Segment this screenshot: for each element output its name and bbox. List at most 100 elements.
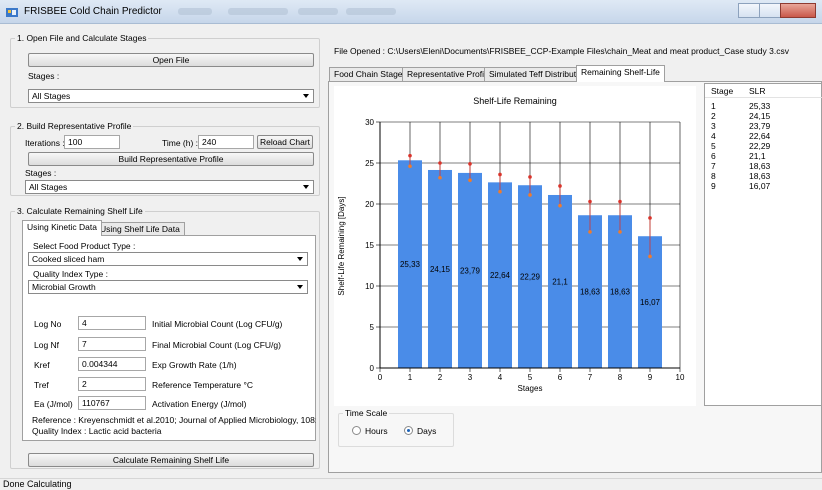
- table-row[interactable]: 4 22,64: [705, 131, 822, 141]
- section3-title: 3. Calculate Remaining Shelf Life: [15, 206, 145, 216]
- time-label: Time (h) :: [162, 138, 199, 148]
- tab-kinetic-data[interactable]: Using Kinetic Data: [22, 220, 102, 236]
- food-product-select[interactable]: Cooked sliced ham: [28, 252, 308, 266]
- build-profile-button[interactable]: Build Representative Profile: [28, 152, 314, 166]
- data-label: 24,15: [430, 265, 451, 274]
- iterations-input[interactable]: [64, 135, 120, 149]
- param-symbol: Log Nf: [34, 340, 60, 350]
- stage-cell: 1: [711, 101, 716, 111]
- lower-marker: [558, 203, 562, 208]
- y-tick-label: 0: [370, 364, 375, 373]
- tref-input[interactable]: [78, 377, 146, 391]
- chevron-down-icon: [297, 285, 303, 289]
- lower-marker: [408, 164, 412, 169]
- y-axis-label: Shelf-Life Remaining [Days]: [337, 196, 346, 295]
- calculate-shelf-life-button[interactable]: Calculate Remaining Shelf Life: [28, 453, 314, 467]
- x-tick-label: 8: [618, 373, 623, 382]
- data-label: 23,79: [460, 266, 481, 275]
- lower-marker: [438, 175, 442, 180]
- stage-cell: 6: [711, 151, 716, 161]
- table-row[interactable]: 5 22,29: [705, 141, 822, 151]
- data-label: 22,29: [520, 273, 541, 282]
- tab-food-chain-stages[interactable]: Food Chain Stages: [329, 67, 412, 81]
- days-radio[interactable]: [404, 426, 413, 435]
- upper-marker: [618, 199, 622, 204]
- table-row[interactable]: 7 18,63: [705, 161, 822, 171]
- lower-marker: [588, 230, 592, 234]
- iterations-label: Iterations :: [25, 138, 65, 148]
- param-desc: Exp Growth Rate (1/h): [152, 360, 237, 370]
- param-symbol: Tref: [34, 380, 49, 390]
- title-blur: [228, 8, 288, 15]
- lower-marker: [468, 178, 472, 183]
- slr-cell: 23,79: [749, 121, 771, 131]
- x-tick-label: 10: [676, 373, 685, 382]
- time-scale-title: Time Scale: [343, 408, 390, 418]
- slr-cell: 21,1: [749, 151, 766, 161]
- x-tick-label: 1: [408, 373, 413, 382]
- x-tick-label: 7: [588, 373, 593, 382]
- section2-title: 2. Build Representative Profile: [15, 121, 134, 131]
- time-input[interactable]: [198, 135, 254, 149]
- param-desc: Final Microbial Count (Log CFU/g): [152, 340, 281, 350]
- maximize-button[interactable]: [759, 3, 781, 18]
- minimize-button[interactable]: [738, 3, 760, 18]
- param-symbol: Log No: [34, 319, 62, 329]
- file-opened-text: File Opened : C:\Users\Eleni\Documents\F…: [334, 46, 789, 56]
- days-radio-label: Days: [417, 426, 437, 436]
- open-file-button[interactable]: Open File: [28, 53, 314, 67]
- table-row[interactable]: 1 25,33: [705, 101, 822, 111]
- table-header: Stage SLR: [705, 84, 822, 98]
- hours-radio[interactable]: [352, 426, 361, 435]
- data-label: 22,64: [490, 271, 511, 280]
- profile-stages-select[interactable]: All Stages: [25, 180, 314, 194]
- title-blur: [298, 8, 338, 15]
- stage-cell: 2: [711, 111, 716, 121]
- table-row[interactable]: 3 23,79: [705, 121, 822, 131]
- table-row[interactable]: 2 24,15: [705, 111, 822, 121]
- slr-table: Stage SLR 1 25,33 2 24,15 3 23,79 4 22,64 5 22,29…: [704, 83, 822, 406]
- param-desc: Activation Energy (J/mol): [152, 399, 247, 409]
- upper-marker: [468, 162, 472, 166]
- upper-marker: [588, 199, 592, 204]
- lower-marker: [528, 193, 532, 197]
- table-row[interactable]: 6 21,1: [705, 151, 822, 161]
- kref-input[interactable]: [78, 357, 146, 371]
- stage-cell: 9: [711, 181, 716, 191]
- log-no-input[interactable]: [78, 316, 146, 330]
- stages-label: Stages :: [28, 71, 60, 81]
- reload-chart-button[interactable]: Reload Chart: [257, 135, 313, 149]
- data-label: 25,33: [400, 260, 421, 269]
- food-product-value: Cooked sliced ham: [32, 254, 105, 264]
- shelf-life-chart: Shelf-Life Remaining Shelf-Life Remainin…: [334, 86, 696, 406]
- slr-cell: 18,63: [749, 171, 771, 181]
- close-button[interactable]: [780, 3, 816, 18]
- ea-input[interactable]: [78, 396, 146, 410]
- title-bar: FRISBEE Cold Chain Predictor: [0, 0, 822, 24]
- stage-cell: 3: [711, 121, 716, 131]
- y-tick-label: 5: [370, 323, 375, 332]
- lower-marker: [498, 189, 502, 194]
- log-nf-input[interactable]: [78, 337, 146, 351]
- table-row[interactable]: 9 16,07: [705, 181, 822, 191]
- stages-label-2: Stages :: [25, 168, 57, 178]
- param-symbol: Kref: [34, 360, 50, 370]
- x-tick-label: 6: [558, 373, 563, 382]
- tab-remaining-shelf-life[interactable]: Remaining Shelf-Life: [576, 65, 665, 82]
- hours-radio-label: Hours: [365, 426, 388, 436]
- slr-cell: 24,15: [749, 111, 771, 121]
- data-label: 18,63: [610, 288, 631, 297]
- upper-marker: [528, 175, 532, 179]
- tab-representative-profile[interactable]: Representative Profile: [402, 67, 496, 81]
- app-icon: [6, 8, 18, 17]
- upper-marker: [558, 184, 562, 188]
- stages-select[interactable]: All Stages: [28, 89, 314, 103]
- chevron-down-icon: [303, 94, 309, 98]
- x-tick-label: 5: [528, 373, 533, 382]
- tab-shelf-life-data[interactable]: Using Shelf Life Data: [95, 222, 185, 236]
- table-row[interactable]: 8 18,63: [705, 171, 822, 181]
- quality-index-select[interactable]: Microbial Growth: [28, 280, 308, 294]
- window-controls: [738, 3, 816, 20]
- param-symbol: Ea (J/mol): [34, 399, 73, 409]
- quality-index-label: Quality Index Type :: [33, 269, 108, 279]
